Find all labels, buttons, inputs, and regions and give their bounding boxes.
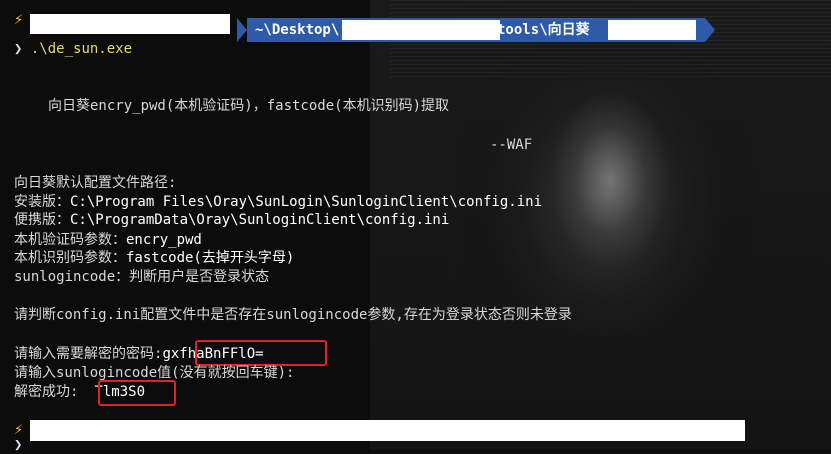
- result-highlight-box: [98, 380, 176, 406]
- result-label: 解密成功:: [14, 384, 79, 400]
- verify-value: encry_pwd: [126, 232, 202, 248]
- id-value: fastcode(去掉开头字母): [126, 250, 295, 266]
- verify-label: 本机验证码参数：: [14, 232, 126, 248]
- segment-arrow-icon: [237, 18, 247, 42]
- info-heading: 向日葵默认配置文件路径:: [14, 175, 177, 191]
- caret-icon-2: ❯: [14, 437, 23, 453]
- password-highlight-box: [195, 340, 327, 366]
- verify-param-line: 本机验证码参数：encry_pwd: [14, 231, 202, 249]
- redacted-path: [342, 20, 500, 40]
- install-path-line: 安装版：C:\Program Files\Oray\SunLogin\Sunlo…: [14, 193, 542, 211]
- id-param-line: 本机识别码参数：fastcode(去掉开头字母): [14, 249, 294, 267]
- command-line: ❯ .\de_sun.exe: [14, 40, 132, 58]
- segment-end-arrow-icon: [705, 18, 715, 42]
- code-label: sunlogincode：: [14, 269, 130, 285]
- password-label: 请输入需要解密的密码:: [14, 346, 163, 362]
- portable-label: 便携版：: [14, 212, 70, 228]
- portable-path-line: 便携版：C:\ProgramData\Oray\SunloginClient\c…: [14, 211, 449, 229]
- hint-line: 请判断config.ini配置文件中是否存在sunlogincode参数,存在为…: [14, 307, 572, 323]
- install-label: 安装版：: [14, 194, 70, 210]
- terminal-content: ⚡ ~\Desktop\ tools\向日葵 ❯ .\de_sun.exe 向日…: [0, 0, 831, 453]
- code-param-line: sunlogincode：判断用户是否登录状态: [14, 268, 269, 286]
- caret-icon: ❯: [14, 41, 23, 57]
- path-suffix: tools\向日葵: [497, 22, 590, 38]
- redacted-username: [30, 14, 230, 34]
- banner-author: --WAF: [490, 137, 533, 153]
- portable-path: C:\ProgramData\Oray\SunloginClient\confi…: [70, 212, 450, 228]
- redacted-path-end: [608, 20, 696, 40]
- code-value: 判断用户是否登录状态: [129, 269, 270, 285]
- id-label: 本机识别码参数：: [14, 250, 126, 266]
- command-text: .\de_sun.exe: [30, 41, 133, 57]
- redacted-prompt: [30, 420, 745, 441]
- banner-title: 向日葵encry_pwd(本机验证码)，fastcode(本机识别码)提取: [48, 98, 450, 114]
- install-path: C:\Program Files\Oray\SunLogin\SunloginC…: [70, 194, 543, 210]
- path-prefix: ~\Desktop\: [255, 22, 340, 38]
- bolt-icon: ⚡: [14, 10, 24, 28]
- second-caret: ❯: [14, 436, 22, 454]
